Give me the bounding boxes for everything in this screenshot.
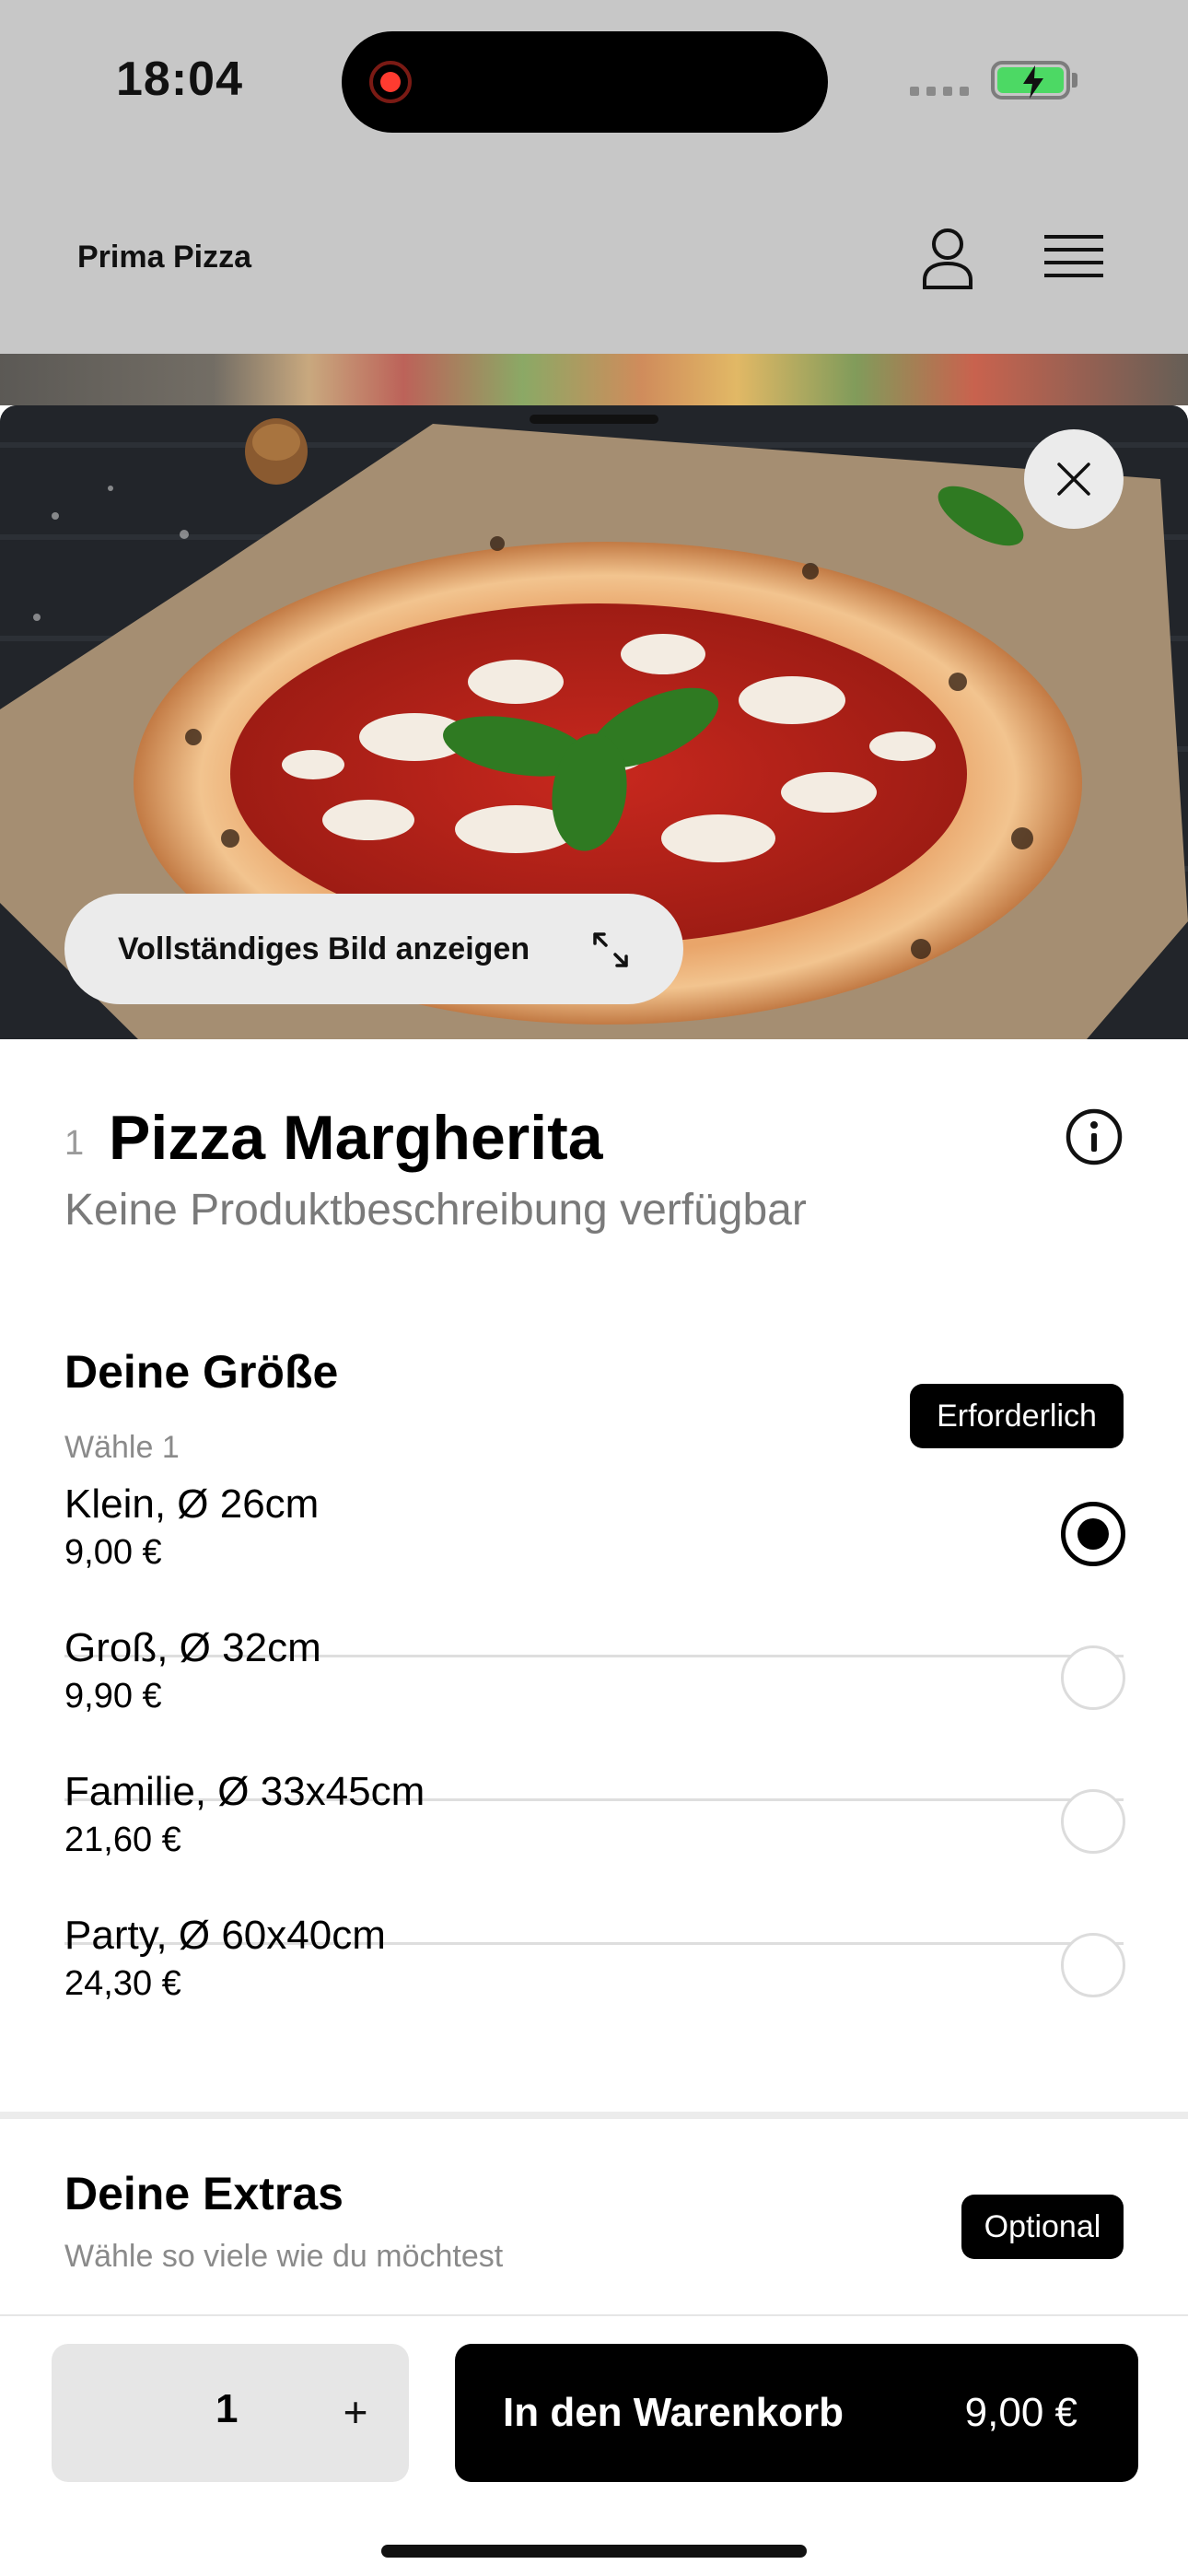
signal-icon: [910, 87, 969, 96]
product-title-row: 1 Pizza Margherita: [64, 1096, 1124, 1188]
radio-unselected[interactable]: [1061, 1645, 1125, 1710]
size-option-familie[interactable]: Familie, Ø 33x45cm 21,60 €: [64, 1745, 1125, 1889]
product-description: Keine Produktbeschreibung verfügbar: [64, 1186, 807, 1235]
add-to-cart-price: 9,00 €: [964, 2390, 1077, 2435]
option-price: 9,90 €: [64, 1677, 162, 1715]
background-hero-image: [0, 354, 1188, 405]
option-name: Klein, Ø 26cm: [64, 1481, 320, 1527]
battery-icon: [991, 61, 1070, 100]
option-price: 24,30 €: [64, 1964, 181, 2003]
add-to-cart-label: In den Warenkorb: [503, 2390, 844, 2435]
dynamic-island: [342, 31, 828, 133]
option-name: Groß, Ø 32cm: [64, 1625, 321, 1670]
home-indicator[interactable]: [381, 2545, 807, 2558]
expand-icon: [593, 932, 628, 967]
product-number: 1: [64, 1124, 85, 1163]
background-app: 18:04 Prima Pizza: [0, 0, 1188, 405]
radio-selected[interactable]: [1061, 1502, 1125, 1566]
product-sheet: Vollständiges Bild anzeigen 1 Pizza Marg…: [0, 405, 1188, 2576]
bottom-action-bar: 1 + In den Warenkorb 9,00 €: [0, 2314, 1188, 2576]
required-badge: Erforderlich: [910, 1384, 1124, 1448]
charging-bolt-icon: [1023, 65, 1043, 99]
show-full-image-button[interactable]: Vollständiges Bild anzeigen: [64, 894, 683, 1004]
radio-unselected[interactable]: [1061, 1789, 1125, 1854]
plus-icon[interactable]: +: [328, 2379, 383, 2445]
size-option-klein[interactable]: Klein, Ø 26cm 9,00 €: [64, 1458, 1125, 1601]
product-image: Vollständiges Bild anzeigen: [0, 405, 1188, 1039]
show-full-image-label: Vollständiges Bild anzeigen: [118, 931, 530, 966]
size-option-gross[interactable]: Groß, Ø 32cm 9,90 €: [64, 1601, 1125, 1745]
extras-group-subtitle: Wähle so viele wie du möchtest: [64, 2239, 504, 2274]
menu-icon[interactable]: [1044, 233, 1103, 285]
quantity-stepper[interactable]: 1 +: [52, 2344, 409, 2482]
size-option-party[interactable]: Party, Ø 60x40cm 24,30 €: [64, 1889, 1125, 2032]
radio-unselected[interactable]: [1061, 1933, 1125, 1997]
brand-name[interactable]: Prima Pizza: [77, 240, 251, 275]
product-title: Pizza Margherita: [109, 1103, 603, 1173]
extras-group-title: Deine Extras: [64, 2168, 344, 2219]
quantity-value: 1: [215, 2386, 239, 2431]
option-price: 21,60 €: [64, 1821, 181, 1859]
option-price: 9,00 €: [64, 1533, 162, 1572]
close-button[interactable]: [1024, 429, 1124, 529]
optional-badge: Optional: [961, 2195, 1124, 2259]
option-name: Party, Ø 60x40cm: [64, 1913, 386, 1958]
battery-cap: [1072, 73, 1077, 88]
recording-indicator-icon: [369, 61, 412, 103]
sheet-grabber[interactable]: [530, 415, 658, 424]
option-name: Familie, Ø 33x45cm: [64, 1769, 425, 1814]
close-icon: [1057, 463, 1090, 496]
info-icon[interactable]: [1065, 1107, 1124, 1166]
section-divider: [0, 2112, 1188, 2119]
add-to-cart-button[interactable]: In den Warenkorb 9,00 €: [455, 2344, 1138, 2482]
size-group-title: Deine Größe: [64, 1346, 339, 1398]
status-time: 18:04: [116, 53, 243, 106]
account-icon[interactable]: [921, 227, 974, 289]
